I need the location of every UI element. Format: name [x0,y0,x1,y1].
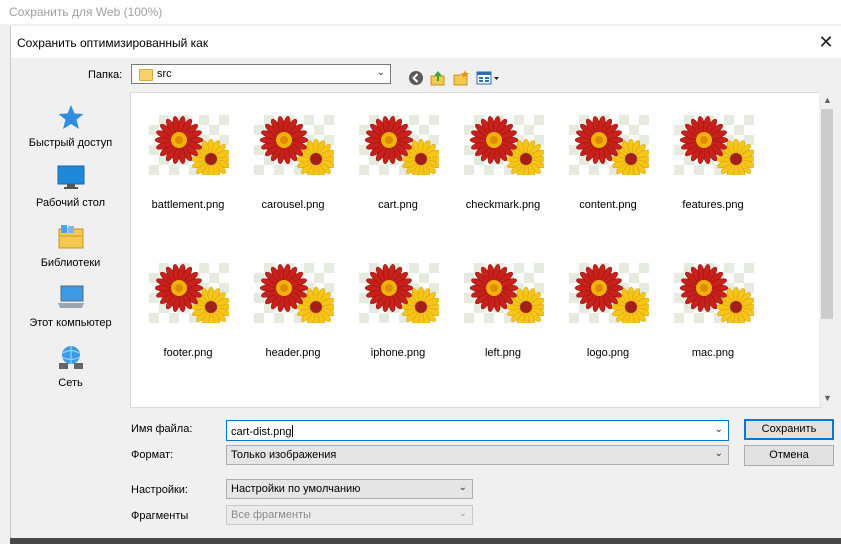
file-name: cart.png [378,199,418,211]
place-desktop[interactable]: Рабочий стол [12,164,129,220]
fragments-select-value: Все фрагменты [231,509,312,521]
file-name: content.png [579,199,637,211]
scrollbar-thumb[interactable] [821,109,833,319]
image-thumbnail [359,263,439,323]
place-label: Быстрый доступ [28,137,113,149]
file-list-view[interactable]: battlement.png carousel.png cart.png checkm… [130,92,821,408]
network-icon [59,346,83,369]
close-icon[interactable]: ✕ [816,32,836,52]
dialog-title: Сохранить оптимизированный как [17,36,209,50]
image-thumbnail [149,263,229,323]
dialog-titlebar: Сохранить оптимизированный как ✕ [11,26,841,58]
file-name: iphone.png [370,347,426,359]
fragments-label: Фрагменты [131,510,189,522]
image-thumbnail [464,263,544,323]
file-item[interactable]: left.png [458,263,548,373]
place-label: Этот компьютер [29,317,112,329]
view-menu-icon[interactable] [475,69,501,87]
file-name: battlement.png [151,199,225,211]
file-name: header.png [265,347,321,359]
chevron-down-icon: ⌄ [458,508,467,519]
file-item[interactable]: header.png [248,263,338,373]
scroll-down-icon[interactable]: ▼ [823,393,832,403]
desktop-icon [57,165,85,189]
folder-icon [139,69,153,81]
filename-input[interactable]: cart-dist.png ⌄ [226,420,729,441]
place-label: Сеть [58,377,83,389]
back-icon[interactable] [407,69,425,87]
save-button[interactable]: Сохранить [744,419,834,440]
image-thumbnail [464,115,544,175]
file-name: footer.png [163,347,213,359]
file-item[interactable]: iphone.png [353,263,443,373]
star-icon [58,105,84,129]
settings-select-value: Настройки по умолчанию [231,483,361,495]
chevron-down-icon: ⌄ [714,448,723,459]
file-item[interactable]: content.png [563,115,653,225]
image-thumbnail [674,263,754,323]
file-name: features.png [682,199,744,211]
file-name: checkmark.png [465,199,541,211]
file-item[interactable]: checkmark.png [458,115,548,225]
image-thumbnail [254,115,334,175]
image-thumbnail [254,263,334,323]
place-label: Библиотеки [40,257,101,269]
places-sidebar: Быстрый доступ Рабочий стол Библиотеки Э… [12,92,129,414]
cancel-button[interactable]: Отмена [744,445,834,466]
file-name: logo.png [586,347,630,359]
file-name: left.png [484,347,522,359]
filename-value: cart-dist.png [231,425,293,438]
image-thumbnail [569,115,649,175]
image-thumbnail [674,115,754,175]
file-item[interactable]: logo.png [563,263,653,373]
format-select[interactable]: Только изображения ⌄ [226,445,729,465]
save-dialog: Сохранить оптимизированный как ✕ Папка: … [10,26,841,544]
chevron-down-icon[interactable]: ⌄ [715,424,723,435]
computer-icon [58,285,84,308]
place-this-pc[interactable]: Этот компьютер [12,284,129,340]
vertical-scrollbar[interactable]: ▲ ▼ [819,92,836,406]
text-caret [291,425,293,437]
filename-text: cart-dist.png [231,426,292,438]
folder-select-value: src [157,68,172,80]
format-select-value: Только изображения [231,449,337,461]
file-item[interactable]: mac.png [668,263,758,373]
file-name: mac.png [691,347,735,359]
image-thumbnail [569,263,649,323]
file-item[interactable]: carousel.png [248,115,338,225]
file-item[interactable]: cart.png [353,115,443,225]
filename-label: Имя файла: [131,423,193,435]
chevron-down-icon: ⌄ [376,67,385,78]
settings-select[interactable]: Настройки по умолчанию ⌄ [226,479,473,499]
file-item[interactable]: battlement.png [143,115,233,225]
image-thumbnail [149,115,229,175]
place-quick-access[interactable]: Быстрый доступ [12,104,129,160]
window-bottom-edge [10,538,841,544]
app-window-title: Сохранить для Web (100%) [9,5,163,19]
file-name: carousel.png [261,199,325,211]
library-icon [58,225,84,249]
settings-label: Настройки: [131,484,188,496]
up-folder-icon[interactable] [429,69,447,87]
folder-label: Папка: [88,69,123,81]
fragments-select: Все фрагменты ⌄ [226,505,473,525]
format-label: Формат: [131,449,174,461]
file-item[interactable]: footer.png [143,263,233,373]
scroll-up-icon[interactable]: ▲ [823,95,832,105]
place-libraries[interactable]: Библиотеки [12,224,129,280]
chevron-down-icon: ⌄ [458,482,467,493]
new-folder-icon[interactable] [452,69,470,87]
app-window-titlebar: Сохранить для Web (100%) [0,0,841,24]
place-network[interactable]: Сеть [12,344,129,400]
place-label: Рабочий стол [35,197,106,209]
file-item[interactable]: features.png [668,115,758,225]
image-thumbnail [359,115,439,175]
folder-select[interactable]: src ⌄ [131,64,391,84]
